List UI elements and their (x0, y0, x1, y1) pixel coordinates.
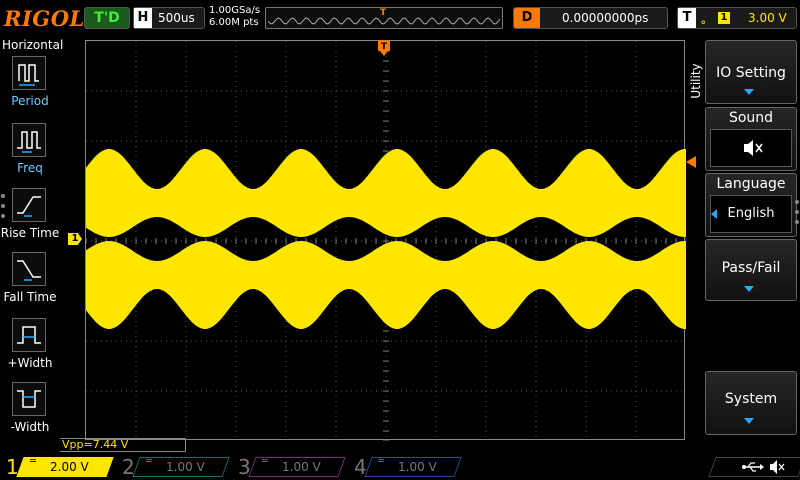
io-setting-button[interactable]: IO Setting (705, 40, 797, 104)
positive-width-icon (12, 318, 46, 352)
svg-text:T: T (381, 42, 388, 52)
channel-2-scale: 1.00 V (166, 460, 205, 474)
system-status-icons (706, 454, 800, 480)
language-label: Language (716, 176, 786, 192)
language-button[interactable]: Language English (705, 173, 797, 237)
speaker-muted-icon (744, 140, 763, 156)
dc-coupling-icon: ═ (146, 456, 153, 467)
fall-time-icon (12, 252, 46, 286)
channel-1-waveform (86, 149, 686, 329)
speaker-muted-icon (770, 460, 785, 474)
measure-negative-width-label: -Width (10, 420, 50, 434)
measure-period-label: Period (11, 94, 49, 108)
channel-3-tab[interactable]: 3 ═ 1.00 V (232, 454, 347, 480)
system-button[interactable]: System (705, 371, 797, 435)
utility-menu-title: Utility (689, 63, 703, 99)
submenu-arrow-icon (744, 418, 754, 424)
delay-label: D (514, 8, 540, 28)
dc-coupling-icon: ═ (262, 456, 269, 467)
measure-negative-width-button[interactable]: -Width (0, 382, 60, 442)
measure-menu-title: Horizontal (2, 38, 64, 52)
rise-time-icon (12, 188, 46, 222)
dc-coupling-icon: ═ (378, 456, 385, 467)
measure-fall-time-label: Fall Time (3, 290, 57, 304)
scroll-left-icon (711, 209, 717, 219)
measure-menu: Horizontal Period Freq Rise Time Fall Ti… (0, 36, 64, 442)
measurement-vpp: Vpp=7.44 V (60, 438, 186, 452)
memory-overview: T (265, 7, 503, 29)
measure-freq-label: Freq (17, 161, 43, 175)
trigger-display[interactable]: T ˳ 1 3.00 V (677, 7, 797, 29)
negative-width-icon (12, 382, 46, 416)
measure-positive-width-button[interactable]: +Width (0, 318, 60, 378)
sound-button[interactable]: Sound (705, 107, 797, 171)
delay-value: 0.00000000ps (562, 11, 649, 25)
submenu-arrow-icon (744, 89, 754, 95)
trigger-label: T (678, 8, 696, 28)
sound-label: Sound (728, 110, 774, 126)
system-label: System (724, 391, 778, 407)
channel-2-tab[interactable]: 2 ═ 1.00 V (116, 454, 231, 480)
pass-fail-label: Pass/Fail (721, 260, 781, 276)
utility-menu: IO Setting Sound Language English Pass/F… (705, 40, 797, 438)
usb-icon (742, 462, 764, 472)
measure-rise-time-button[interactable]: Rise Time (0, 188, 60, 248)
acquisition-info: 1.00GSa/s 6.00M pts (209, 5, 260, 29)
page-indicator-right (795, 200, 799, 230)
delay-display[interactable]: D 0.00000000ps (513, 7, 668, 29)
timebase-display[interactable]: H 500us (133, 7, 205, 29)
trigger-status-badge[interactable]: T'D (84, 7, 130, 29)
period-icon (12, 56, 46, 90)
io-setting-label: IO Setting (716, 65, 786, 81)
rising-edge-icon: ˳ (700, 10, 707, 25)
waveform-display[interactable] (85, 40, 686, 441)
channel-1-tab[interactable]: 1 ═ 2.00 V (0, 454, 115, 480)
frequency-icon (12, 123, 46, 157)
memory-depth: 6.00M pts (209, 17, 259, 28)
measure-freq-button[interactable]: Freq (0, 123, 60, 183)
status-bar: RIGOL T'D H 500us 1.00GSa/s 6.00M pts T … (0, 0, 800, 36)
horizontal-label: H (134, 8, 152, 28)
measure-fall-time-button[interactable]: Fall Time (0, 252, 60, 312)
dc-coupling-icon: ═ (30, 456, 37, 467)
channel-1-scale: 2.00 V (50, 460, 89, 474)
pass-fail-button[interactable]: Pass/Fail (705, 239, 797, 301)
timebase-value: 500us (158, 11, 195, 25)
channel-4-tab[interactable]: 4 ═ 1.00 V (348, 454, 463, 480)
channel-4-scale: 1.00 V (398, 460, 437, 474)
memory-waveform-preview (268, 17, 500, 25)
language-value-text: English (727, 206, 775, 221)
brand-logo: RIGOL (4, 6, 85, 31)
channel-1-offset-marker[interactable]: 1 (68, 233, 82, 245)
language-value: English (710, 195, 792, 233)
trigger-position-marker-main[interactable]: T (378, 40, 390, 56)
trigger-source: 1 (718, 12, 730, 24)
channel-3-scale: 1.00 V (282, 460, 321, 474)
channel-bar: 1 ═ 2.00 V 2 ═ 1.00 V 3 ═ 1.00 V 4 ═ 1.0… (0, 454, 800, 480)
measure-period-button[interactable]: Period (0, 56, 60, 116)
utility-menu-tab: Utility (686, 40, 704, 130)
sample-rate: 1.00GSa/s (209, 5, 261, 16)
sound-value (710, 129, 792, 167)
trigger-level-marker[interactable] (686, 156, 696, 168)
submenu-arrow-icon (744, 286, 754, 292)
measure-positive-width-label: +Width (7, 356, 53, 370)
measure-rise-time-label: Rise Time (0, 226, 60, 240)
trigger-level: 3.00 V (748, 11, 787, 25)
